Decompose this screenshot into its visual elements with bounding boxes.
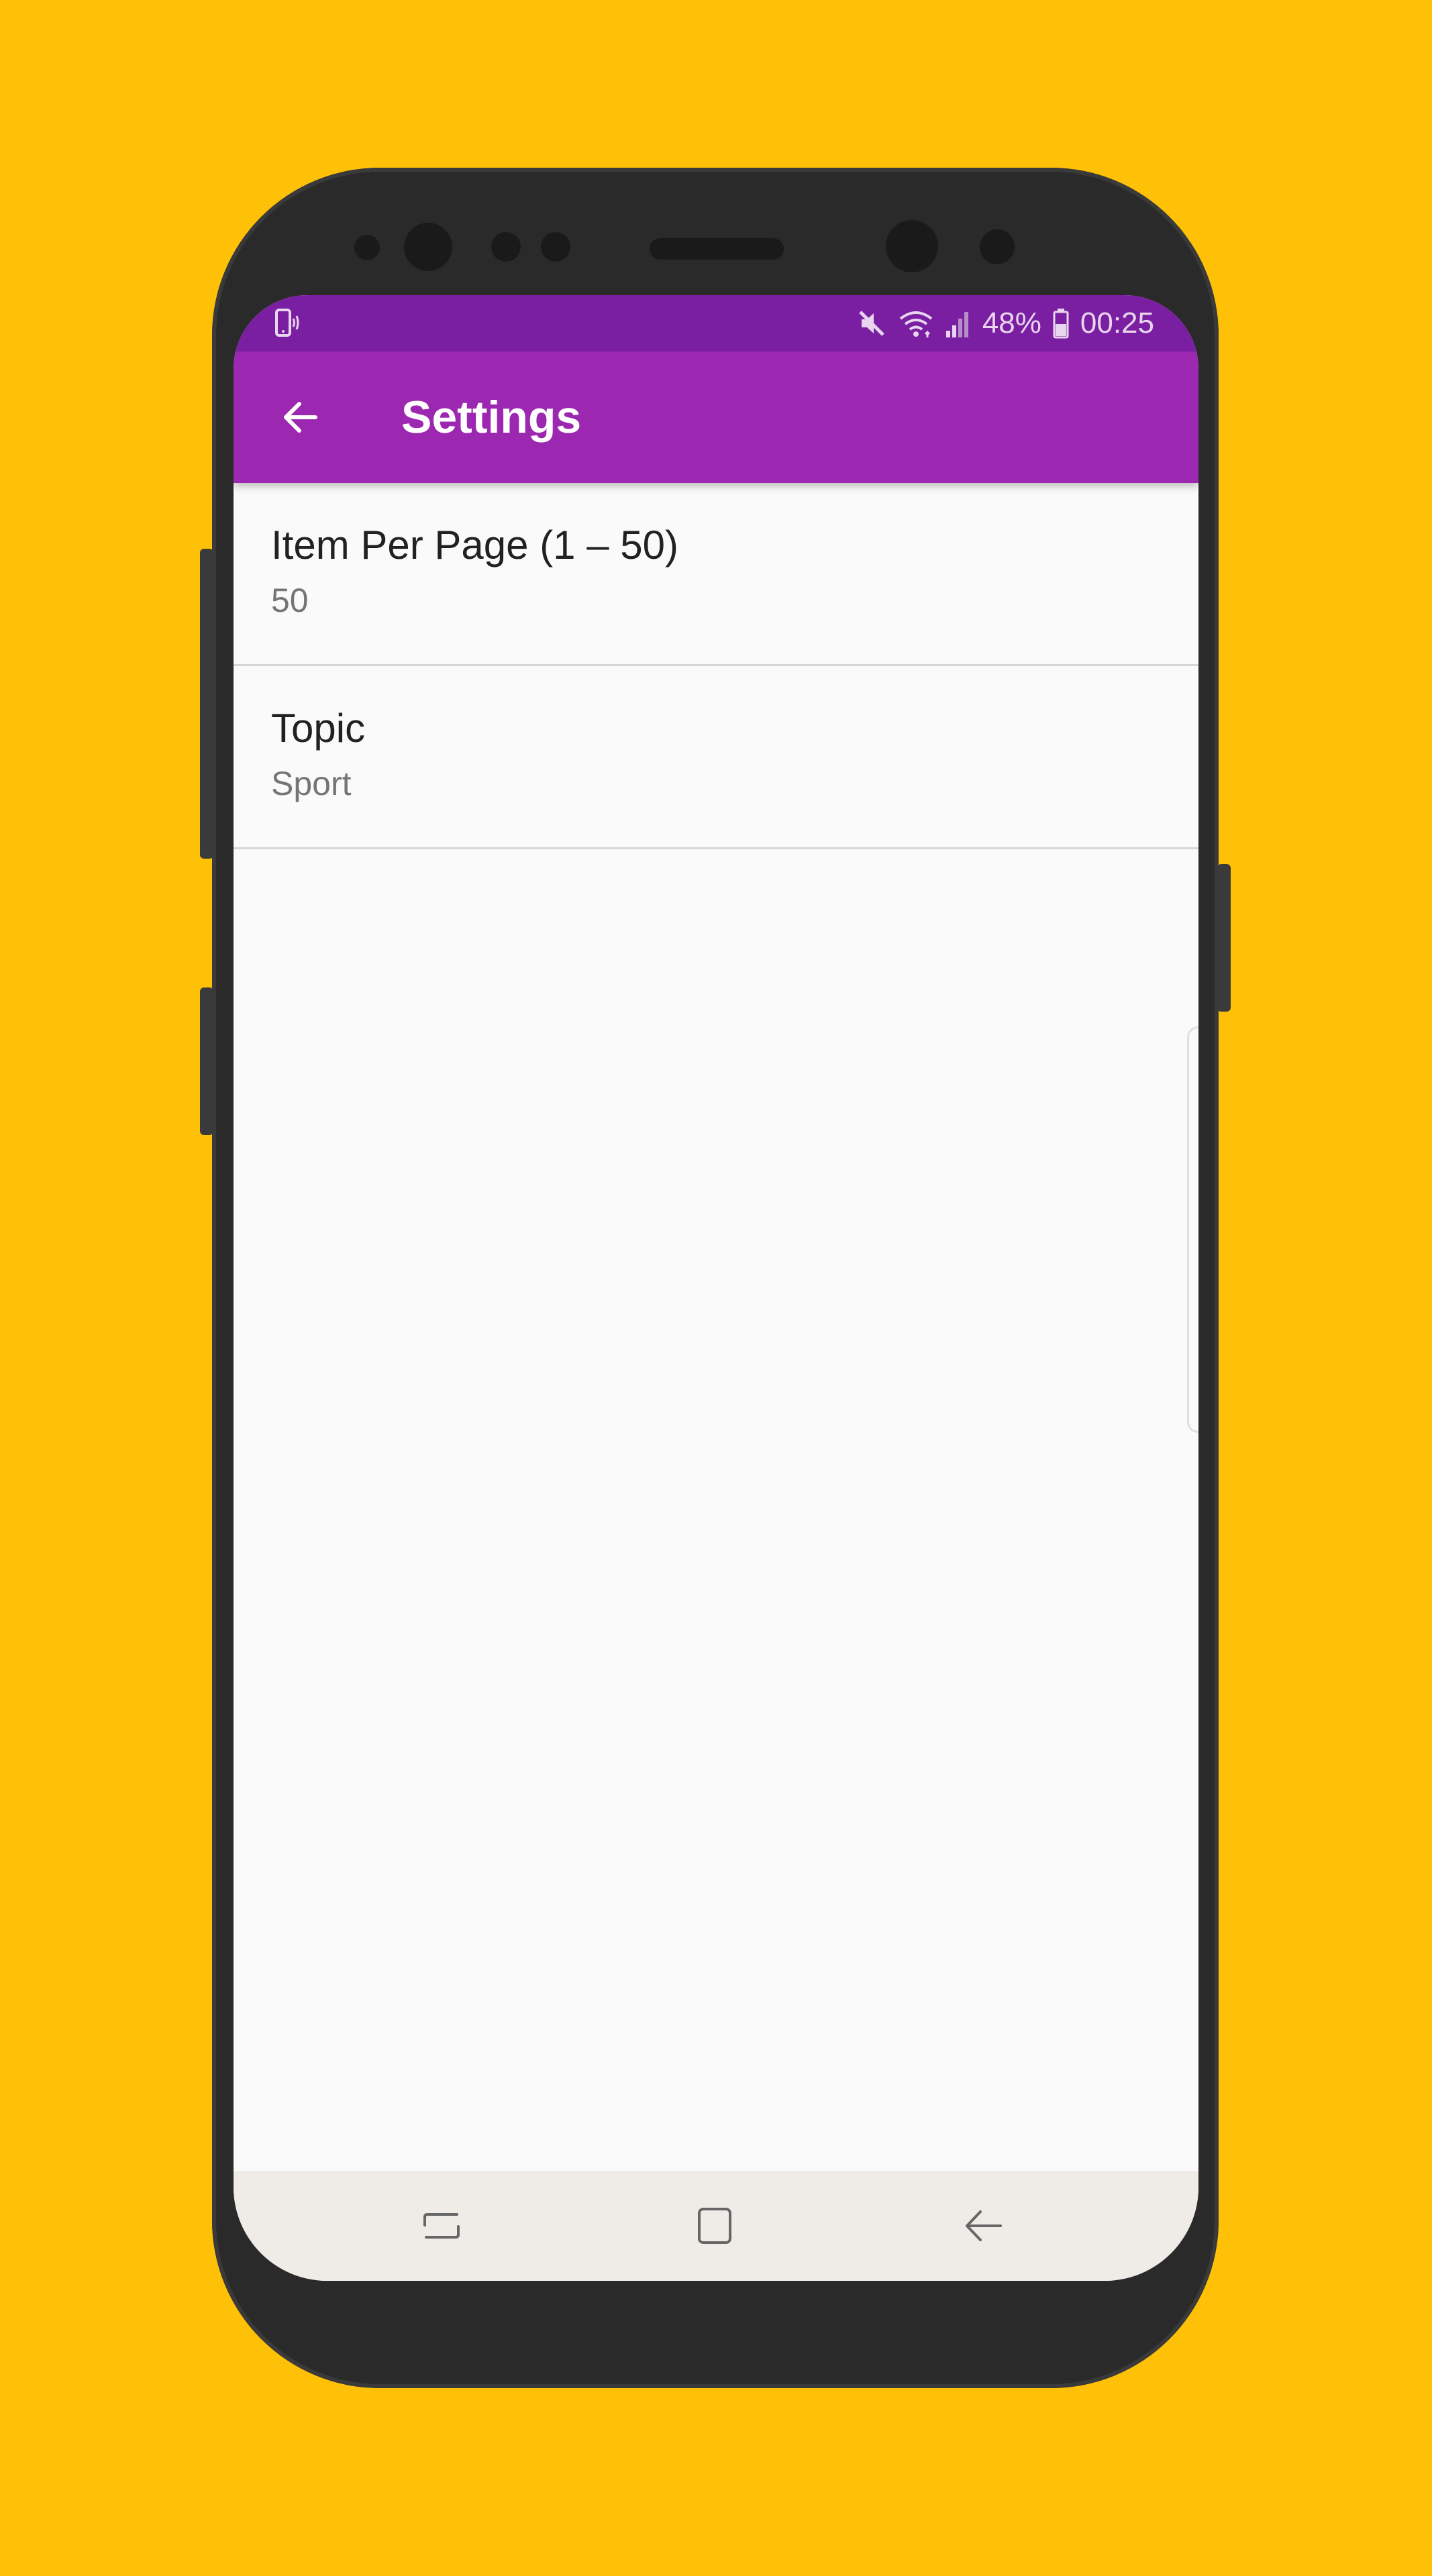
- recents-icon: [423, 2213, 460, 2239]
- preference-summary: Sport: [271, 765, 352, 802]
- front-camera: [886, 220, 938, 272]
- sensor-dot: [491, 232, 521, 262]
- preference-item-per-page[interactable]: Item Per Page (1 – 50) 50: [234, 483, 1198, 666]
- iris-sensor: [980, 229, 1015, 264]
- system-back-button[interactable]: [949, 2191, 1019, 2261]
- home-button[interactable]: [680, 2191, 750, 2261]
- wifi-icon: [898, 308, 934, 339]
- page: 48% 00:25 Settings Item Per Page (1 – 50…: [0, 0, 1432, 2576]
- home-icon: [698, 2208, 731, 2244]
- app-bar: Settings: [234, 352, 1198, 483]
- battery-percent: 48%: [982, 307, 1041, 339]
- bixby-button: [200, 987, 213, 1135]
- preference-topic[interactable]: Topic Sport: [234, 666, 1198, 849]
- status-bar: 48% 00:25: [234, 295, 1198, 352]
- preference-title: Topic: [271, 706, 366, 751]
- proximity-sensor: [354, 235, 380, 260]
- signal-icon: [945, 308, 972, 339]
- volume-button: [200, 549, 213, 859]
- arrow-back-icon: [284, 402, 317, 433]
- sensor-dot: [541, 232, 570, 262]
- navigation-bar: [234, 2171, 1198, 2281]
- phone-vibrate-icon: [274, 307, 301, 339]
- battery-icon: [1052, 307, 1070, 339]
- earpiece-speaker: [650, 238, 784, 260]
- screen: 48% 00:25 Settings Item Per Page (1 – 50…: [234, 295, 1198, 2281]
- edge-panel-handle[interactable]: [1187, 1026, 1198, 1433]
- recents-button[interactable]: [407, 2191, 476, 2261]
- preference-summary: 50: [271, 582, 309, 619]
- power-button: [1217, 864, 1231, 1012]
- mute-icon: [856, 308, 887, 339]
- preference-list: Item Per Page (1 – 50) 50 Topic Sport: [234, 483, 1198, 2174]
- preference-title: Item Per Page (1 – 50): [271, 523, 678, 568]
- clock: 00:25: [1080, 307, 1154, 339]
- back-icon: [966, 2210, 1002, 2241]
- front-camera-sensor: [404, 223, 452, 271]
- status-indicators: 48% 00:25: [856, 295, 1154, 352]
- back-button[interactable]: [260, 377, 341, 458]
- page-title: Settings: [401, 392, 582, 443]
